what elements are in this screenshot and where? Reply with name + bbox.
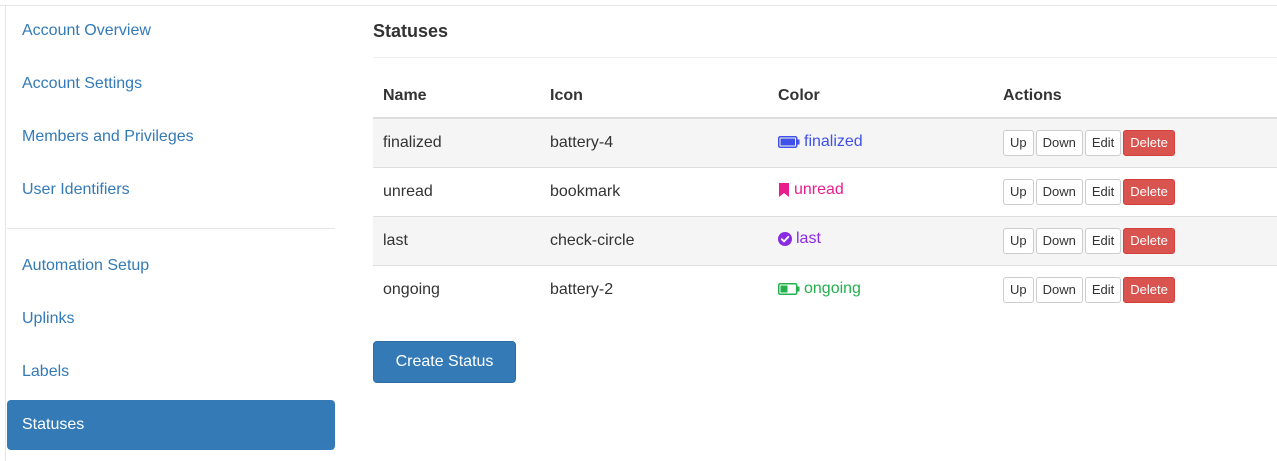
status-color-cell: finalized bbox=[768, 117, 993, 167]
check-circle-icon bbox=[778, 232, 792, 246]
table-row: finalized battery-4 finalized Up Down Edit… bbox=[373, 117, 1277, 167]
create-status-button[interactable]: Create Status bbox=[373, 341, 516, 383]
delete-button[interactable]: Delete bbox=[1123, 227, 1175, 254]
delete-button[interactable]: Delete bbox=[1123, 276, 1175, 303]
sidebar-item-labels[interactable]: Labels bbox=[7, 347, 335, 397]
status-color-preview: ongoing bbox=[778, 280, 861, 298]
bookmark-icon bbox=[779, 183, 789, 197]
status-icon-cell: battery-2 bbox=[540, 264, 768, 314]
edit-button[interactable]: Edit bbox=[1084, 129, 1122, 156]
column-header-color: Color bbox=[768, 74, 993, 119]
title-divider bbox=[373, 57, 1277, 58]
table-row: last check-circle last Up Down Edit Delete bbox=[373, 215, 1277, 265]
edit-button[interactable]: Edit bbox=[1084, 178, 1122, 205]
battery-half-icon bbox=[778, 282, 800, 295]
status-color-cell: ongoing bbox=[768, 264, 993, 314]
page-frame-left bbox=[5, 5, 6, 461]
sidebar-item-account-settings[interactable]: Account Settings bbox=[7, 59, 335, 109]
move-up-button[interactable]: Up bbox=[1003, 178, 1034, 205]
sidebar-item-statuses[interactable]: Statuses bbox=[7, 400, 335, 450]
battery-full-icon bbox=[778, 135, 800, 148]
delete-button[interactable]: Delete bbox=[1123, 178, 1175, 205]
sidebar-item-label: Labels bbox=[22, 363, 70, 380]
sidebar-divider bbox=[7, 228, 335, 229]
status-actions-cell: Up Down Edit Delete bbox=[993, 166, 1277, 216]
sidebar-nav: Account Overview Account Settings Member… bbox=[7, 6, 335, 461]
status-name-cell: unread bbox=[373, 166, 540, 216]
delete-button[interactable]: Delete bbox=[1123, 129, 1175, 156]
status-actions-cell: Up Down Edit Delete bbox=[993, 264, 1277, 314]
edit-button[interactable]: Edit bbox=[1084, 276, 1122, 303]
move-up-button[interactable]: Up bbox=[1003, 227, 1034, 254]
sidebar-item-label: Members and Privileges bbox=[22, 128, 194, 145]
sidebar-item-label: Uplinks bbox=[22, 310, 75, 327]
status-name-cell: last bbox=[373, 215, 540, 265]
status-color-preview: unread bbox=[778, 181, 844, 199]
move-down-button[interactable]: Down bbox=[1035, 227, 1083, 254]
edit-button[interactable]: Edit bbox=[1084, 227, 1122, 254]
sidebar-item-label: Account Settings bbox=[22, 75, 143, 92]
sidebar-item-account-overview[interactable]: Account Overview bbox=[7, 6, 335, 56]
sidebar-item-label: Account Overview bbox=[22, 22, 151, 39]
column-header-name: Name bbox=[373, 74, 540, 119]
status-color-preview: finalized bbox=[778, 133, 863, 151]
move-down-button[interactable]: Down bbox=[1035, 276, 1083, 303]
status-color-cell: last bbox=[768, 215, 993, 265]
column-header-icon: Icon bbox=[540, 74, 768, 119]
move-down-button[interactable]: Down bbox=[1035, 178, 1083, 205]
table-row: ongoing battery-2 ongoing Up Down Edit Dele… bbox=[373, 264, 1277, 314]
status-color-label: unread bbox=[794, 181, 844, 198]
sidebar-item-uplinks[interactable]: Uplinks bbox=[7, 294, 335, 344]
main-content: Statuses Name Icon Color Actions finaliz… bbox=[373, 6, 1277, 461]
table-header-row: Name Icon Color Actions bbox=[373, 74, 1277, 119]
page-title: Statuses bbox=[373, 21, 449, 41]
status-color-label: last bbox=[796, 230, 821, 247]
status-color-label: ongoing bbox=[804, 279, 861, 297]
status-color-cell: unread bbox=[768, 166, 993, 216]
column-header-actions: Actions bbox=[993, 74, 1277, 119]
statuses-table: Name Icon Color Actions finalized batter… bbox=[373, 74, 1277, 314]
sidebar-item-label: User Identifiers bbox=[22, 181, 130, 198]
status-name-cell: ongoing bbox=[373, 264, 540, 314]
table-row: unread bookmark unread Up Down Edit Delete bbox=[373, 166, 1277, 216]
move-up-button[interactable]: Up bbox=[1003, 276, 1034, 303]
status-icon-cell: battery-4 bbox=[540, 117, 768, 167]
sidebar-item-label: Statuses bbox=[22, 416, 85, 433]
status-actions-cell: Up Down Edit Delete bbox=[993, 215, 1277, 265]
sidebar-item-user-identifiers[interactable]: User Identifiers bbox=[7, 165, 335, 215]
sidebar-item-label: Automation Setup bbox=[22, 257, 150, 274]
status-icon-cell: check-circle bbox=[540, 215, 768, 265]
status-color-label: finalized bbox=[804, 132, 863, 150]
move-down-button[interactable]: Down bbox=[1035, 129, 1083, 156]
sidebar-item-automation-setup[interactable]: Automation Setup bbox=[7, 241, 335, 291]
status-icon-cell: bookmark bbox=[540, 166, 768, 216]
sidebar-item-members-and-privileges[interactable]: Members and Privileges bbox=[7, 112, 335, 162]
status-name-cell: finalized bbox=[373, 117, 540, 167]
status-actions-cell: Up Down Edit Delete bbox=[993, 117, 1277, 167]
status-color-preview: last bbox=[778, 230, 821, 248]
move-up-button[interactable]: Up bbox=[1003, 129, 1034, 156]
